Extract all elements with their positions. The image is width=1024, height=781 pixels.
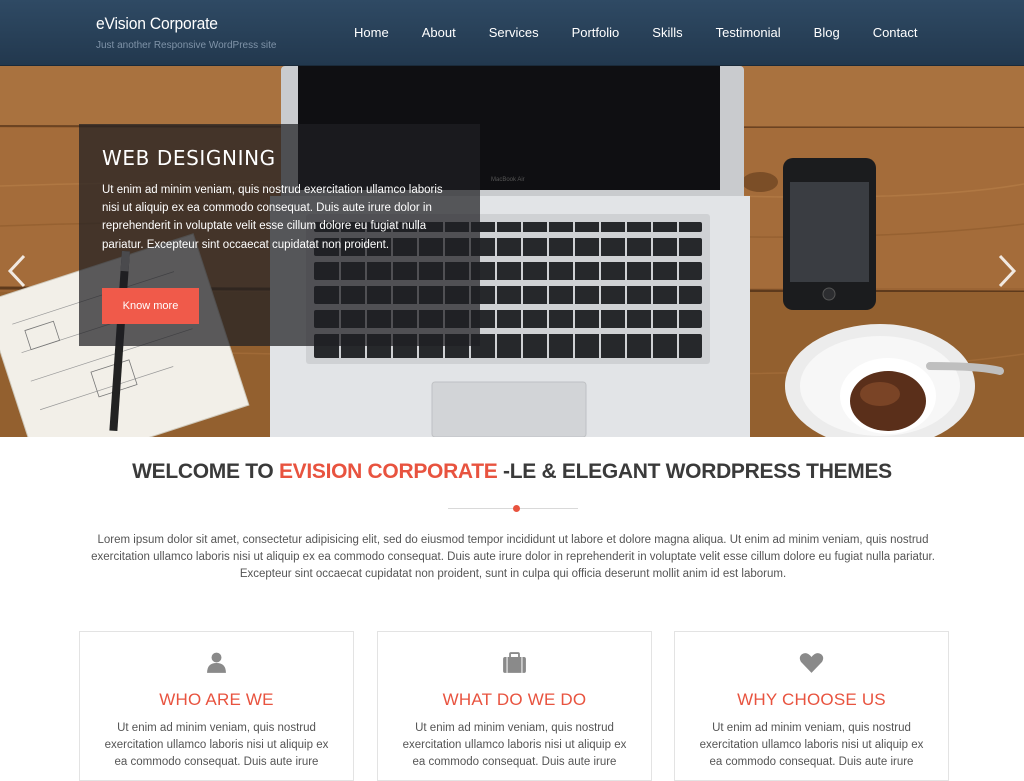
brand[interactable]: eVision Corporate Just another Responsiv… — [96, 14, 276, 51]
nav-item-skills[interactable]: Skills — [636, 0, 699, 66]
card-title: WHY CHOOSE US — [737, 690, 886, 709]
chevron-right-icon[interactable] — [996, 253, 1018, 289]
briefcase-icon — [503, 652, 526, 673]
know-more-button[interactable]: Know more — [102, 288, 199, 324]
welcome-text: Lorem ipsum dolor sit amet, consectetur … — [91, 534, 935, 580]
feature-card-why-choose-us: WHY CHOOSE US Ut enim ad minim veniam, q… — [674, 631, 949, 781]
hero-title: WEB DESIGNING — [102, 146, 276, 170]
welcome-prefix: WELCOME TO — [132, 460, 279, 483]
site-header: eVision Corporate Just another Responsiv… — [0, 0, 1024, 66]
nav-item-blog[interactable]: Blog — [797, 0, 856, 66]
site-title[interactable]: eVision Corporate — [96, 14, 262, 34]
nav-item-home[interactable]: Home — [338, 0, 406, 66]
nav-item-portfolio[interactable]: Portfolio — [555, 0, 636, 66]
feature-card-who-are-we: WHO ARE WE Ut enim ad minim veniam, quis… — [79, 631, 354, 781]
heart-icon — [799, 653, 824, 673]
nav-item-testimonial[interactable]: Testimonial — [699, 0, 797, 66]
welcome-brand: EVISION CORPORATE — [278, 460, 498, 483]
card-title: WHAT DO WE DO — [442, 690, 587, 709]
hero-caption-box: WEB DESIGNING Ut enim ad minim veniam, q… — [79, 124, 480, 346]
hero-slider: MacBook Air WEB DESIGNING Ut enim ad min… — [0, 66, 1024, 437]
nav-item-services[interactable]: Services — [472, 0, 555, 66]
hero-text: Ut enim ad minim veniam, quis nostrud ex… — [102, 184, 443, 251]
nav-item-contact[interactable]: Contact — [856, 0, 934, 66]
card-text: Ut enim ad minim veniam, quis nostrud ex… — [402, 722, 627, 768]
site-tagline: Just another Responsive WordPress site — [96, 40, 277, 51]
card-text: Ut enim ad minim veniam, quis nostrud ex… — [104, 722, 329, 768]
user-icon — [207, 652, 226, 673]
welcome-heading: WELCOME TO EVISION CORPORATE -LE & ELEGA… — [0, 460, 1024, 484]
welcome-suffix: -LE & ELEGANT WORDPRESS THEMES — [497, 460, 892, 483]
divider-dot — [513, 505, 520, 512]
feature-card-what-do-we-do: WHAT DO WE DO Ut enim ad minim veniam, q… — [377, 631, 652, 781]
card-text: Ut enim ad minim veniam, quis nostrud ex… — [699, 722, 924, 768]
main-nav: Home About Services Portfolio Skills Tes… — [338, 0, 934, 66]
nav-item-about[interactable]: About — [405, 0, 472, 66]
laptop-label: MacBook Air — [491, 177, 525, 183]
card-title: WHO ARE WE — [159, 690, 274, 709]
chevron-left-icon[interactable] — [6, 253, 28, 289]
